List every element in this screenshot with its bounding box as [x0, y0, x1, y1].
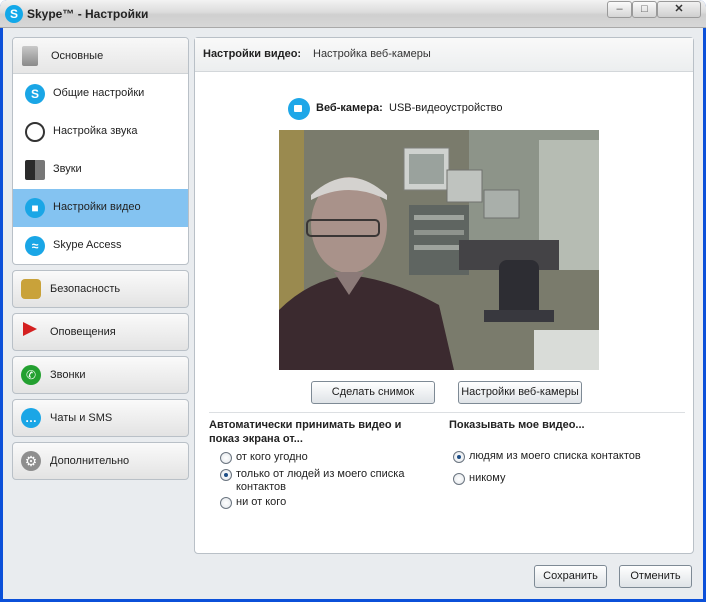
sidebar-item-security[interactable]: Безопасность [12, 270, 189, 308]
close-button[interactable]: ✕ [657, 1, 701, 18]
sidebar-item-label: Основные [51, 50, 104, 62]
sidebar-item-advanced[interactable]: ⚙ Дополнительно [12, 442, 189, 480]
chat-bubble-icon: … [21, 408, 41, 428]
skype-icon: S [25, 84, 45, 104]
radio-indicator [220, 469, 232, 481]
radio-label: от кого угодно [236, 451, 308, 463]
sidebar-item-general[interactable]: Основные [13, 38, 188, 74]
sidebar-item-notifications[interactable]: Оповещения [12, 313, 189, 351]
sidebar-item-label: Безопасность [50, 283, 121, 295]
skype-logo-icon: S [5, 5, 23, 23]
maximize-button[interactable]: □ [632, 1, 657, 18]
radio-indicator [220, 452, 232, 464]
sidebar-item-audio-settings[interactable]: Настройка звука [13, 113, 188, 151]
sidebar-item-label: Звонки [50, 369, 86, 381]
sidebar-item-sounds[interactable]: Звуки [13, 151, 188, 189]
radio-label: людям из моего списка контактов [469, 450, 641, 462]
radio-label: никому [469, 472, 506, 484]
sidebar-item-label: Чаты и SMS [50, 412, 113, 424]
sidebar-item-calls[interactable]: ✆ Звонки [12, 356, 189, 394]
sidebar-item-label: Дополнительно [50, 455, 130, 467]
webcam-icon: ■ [25, 198, 45, 218]
key-lock-icon [21, 279, 41, 299]
red-flag-icon [23, 322, 37, 336]
auto-accept-anyone-radio[interactable]: от кого угодно [220, 451, 410, 467]
phone-call-icon: ✆ [21, 365, 41, 385]
auto-accept-contacts-radio[interactable]: только от людей из моего списка контакто… [220, 468, 410, 496]
title-bar[interactable]: S Skype™ - Настройки – □ ✕ [0, 0, 706, 28]
speaker-icon [25, 160, 45, 180]
wifi-icon: ≈ [25, 236, 45, 256]
auto-accept-nobody-radio[interactable]: ни от кого [220, 496, 410, 512]
radio-label: ни от кого [236, 496, 287, 508]
save-button[interactable]: Сохранить [534, 565, 607, 588]
window-title: Skype™ - Настройки [27, 7, 149, 21]
webcam-preview [279, 130, 599, 370]
phone-handset-icon [22, 46, 38, 66]
divider [209, 412, 685, 413]
sidebar-item-label: Общие настройки [53, 87, 145, 99]
radio-label: только от людей из моего списка контакто… [236, 468, 405, 493]
radio-indicator [453, 473, 465, 485]
radio-indicator [220, 497, 232, 509]
show-my-video-title: Показывать мое видео... [449, 419, 585, 431]
sidebar-item-video-settings[interactable]: ■ Настройки видео [13, 189, 188, 227]
minimize-button[interactable]: – [607, 1, 632, 18]
microphone-icon [25, 122, 45, 142]
webcam-settings-button[interactable]: Настройки веб-камеры [458, 381, 582, 404]
sidebar-item-general-settings[interactable]: S Общие настройки [13, 75, 188, 113]
show-video-contacts-radio[interactable]: людям из моего списка контактов [453, 450, 683, 466]
auto-accept-title: Автоматически принимать видео и показ эк… [209, 419, 402, 445]
sidebar-item-label: Настройка звука [53, 125, 138, 137]
window-client-area: Основные S Общие настройки Настройка зву… [3, 28, 703, 599]
sidebar-item-chats-sms[interactable]: … Чаты и SMS [12, 399, 189, 437]
gear-icon: ⚙ [21, 451, 41, 471]
show-video-nobody-radio[interactable]: никому [453, 472, 683, 488]
panel-subtitle: Настройка веб-камеры [313, 48, 431, 60]
sidebar-general-group: Основные S Общие настройки Настройка зву… [12, 37, 189, 265]
sidebar-item-label: Оповещения [50, 326, 116, 338]
panel-title: Настройки видео: [203, 48, 302, 60]
webcam-icon [288, 98, 310, 120]
sidebar-item-label: Звуки [53, 163, 82, 175]
panel-header: Настройки видео: Настройка веб-камеры [195, 38, 693, 72]
video-settings-panel: Настройки видео: Настройка веб-камеры Ве… [194, 37, 694, 554]
skype-options-window: S Skype™ - Настройки – □ ✕ Основные S Об… [0, 0, 706, 602]
webcam-label: Веб-камера: [316, 102, 383, 114]
cancel-button[interactable]: Отменить [619, 565, 692, 588]
webcam-preview-image [279, 130, 599, 370]
sidebar-item-label: Настройки видео [53, 201, 141, 213]
sidebar-item-label: Skype Access [53, 239, 122, 251]
radio-indicator [453, 451, 465, 463]
take-snapshot-button[interactable]: Сделать снимок [311, 381, 435, 404]
webcam-device-name: USB-видеоустройство [389, 102, 503, 114]
sidebar-item-skype-access[interactable]: ≈ Skype Access [13, 227, 188, 264]
